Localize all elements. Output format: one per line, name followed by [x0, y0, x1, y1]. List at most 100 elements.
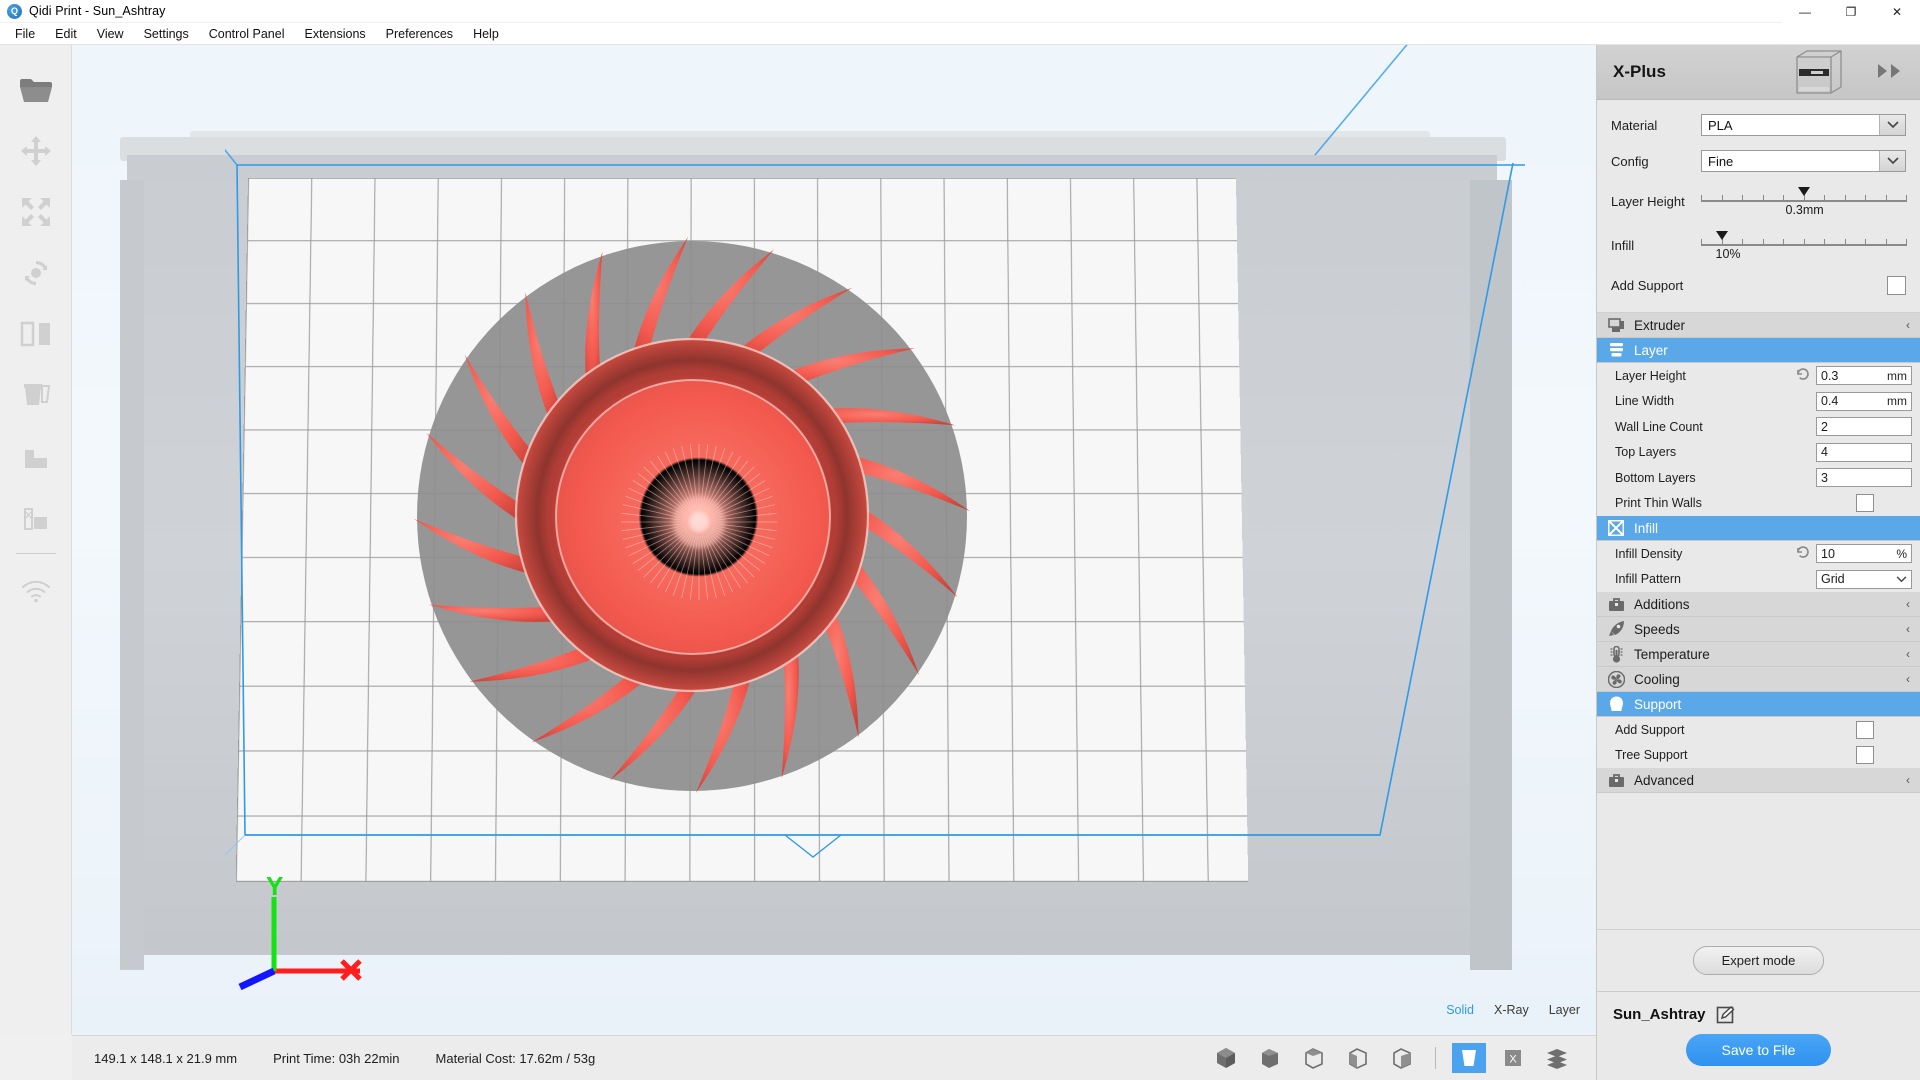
section-header-infill[interactable]: Infill ⱟ: [1597, 516, 1920, 541]
qidi-logo-icon: Q: [7, 4, 22, 19]
per-model-settings-icon[interactable]: [0, 364, 72, 425]
view-layers-icon[interactable]: [1540, 1043, 1574, 1073]
view-3d-icon[interactable]: [1209, 1043, 1243, 1073]
setting-input[interactable]: 2: [1816, 417, 1912, 436]
file-name-row: Sun_Ashtray: [1597, 1004, 1920, 1024]
setting-input[interactable]: 10%: [1816, 544, 1912, 563]
sun-ashtray-model[interactable]: [407, 230, 977, 800]
section-title: Additions: [1634, 597, 1690, 612]
section-header-support[interactable]: Support ⱟ: [1597, 692, 1920, 717]
reset-icon[interactable]: [1796, 367, 1812, 384]
infill-slider-thumb[interactable]: [1716, 231, 1728, 240]
mirror-icon[interactable]: [0, 303, 72, 364]
move-icon[interactable]: [0, 120, 72, 181]
view-top-icon[interactable]: [1297, 1043, 1331, 1073]
slider-tick: [1742, 239, 1743, 246]
menu-file[interactable]: File: [5, 25, 45, 43]
layer-height-value: 0.3mm: [1786, 203, 1824, 217]
edit-pencil-icon[interactable]: [1716, 1004, 1736, 1024]
setting-value: 2: [1821, 420, 1828, 434]
menu-preferences[interactable]: Preferences: [376, 25, 463, 43]
section-header-temperature[interactable]: Temperature ‹: [1597, 642, 1920, 667]
section-header-additions[interactable]: Additions ‹: [1597, 592, 1920, 617]
section-header-cooling[interactable]: Cooling ‹: [1597, 667, 1920, 692]
menu-control-panel[interactable]: Control Panel: [199, 25, 295, 43]
view-solid-icon[interactable]: [1452, 1043, 1486, 1073]
reset-icon[interactable]: [1796, 545, 1812, 562]
3d-viewport[interactable]: Y Solid X-Ray Layer: [72, 45, 1596, 1035]
save-to-file-button[interactable]: Save to File: [1686, 1034, 1832, 1066]
window-title: Qidi Print - Sun_Ashtray: [29, 4, 165, 18]
section-header-speeds[interactable]: Speeds ‹: [1597, 617, 1920, 642]
menu-edit[interactable]: Edit: [45, 25, 87, 43]
setting-row: Print Thin Walls: [1597, 491, 1920, 517]
menu-extensions[interactable]: Extensions: [295, 25, 376, 43]
setting-checkbox[interactable]: [1856, 746, 1874, 764]
view-toolbar-divider: [1435, 1047, 1436, 1069]
rotate-icon[interactable]: [0, 242, 72, 303]
slider-tick: [1804, 239, 1805, 246]
double-chevron-right-icon[interactable]: [1876, 62, 1906, 80]
section-title: Cooling: [1634, 672, 1680, 687]
setting-value: 3: [1821, 471, 1828, 485]
scale-icon[interactable]: [0, 181, 72, 242]
wifi-icon[interactable]: [0, 560, 72, 621]
section-header-layer[interactable]: Layer ⱟ: [1597, 338, 1920, 363]
slider-tick: [1824, 239, 1825, 246]
chevron-left-icon: ‹: [1906, 597, 1910, 611]
close-button[interactable]: ✕: [1874, 0, 1920, 23]
view-toolbar: X: [1209, 1043, 1596, 1073]
layer-height-label: Layer Height: [1611, 194, 1701, 209]
section-header-extruder[interactable]: Extruder ‹: [1597, 313, 1920, 338]
slider-tick: [1701, 239, 1702, 246]
slider-tick: [1763, 195, 1764, 202]
support-icon: [1607, 696, 1625, 712]
maximize-button[interactable]: ❐: [1828, 0, 1874, 23]
view-front-icon[interactable]: [1253, 1043, 1287, 1073]
support-eraser-icon[interactable]: [0, 486, 72, 547]
menu-view[interactable]: View: [87, 25, 134, 43]
setting-input[interactable]: 0.3 mm: [1816, 366, 1912, 385]
setting-input[interactable]: 3: [1816, 468, 1912, 487]
menu-settings[interactable]: Settings: [134, 25, 199, 43]
setting-select[interactable]: Grid: [1816, 570, 1912, 589]
setting-checkbox[interactable]: [1856, 494, 1874, 512]
slider-tick: [1845, 195, 1846, 202]
setting-row: Line Width 0.4 mm: [1597, 389, 1920, 415]
view-mode-labels: Solid X-Ray Layer: [1446, 1003, 1580, 1017]
temperature-icon: [1607, 646, 1625, 662]
setting-input[interactable]: 0.4 mm: [1816, 392, 1912, 411]
view-right-icon[interactable]: [1385, 1043, 1419, 1073]
expert-mode-button[interactable]: Expert mode: [1693, 946, 1825, 975]
menu-help[interactable]: Help: [463, 25, 509, 43]
setting-row: Infill Density 10%: [1597, 541, 1920, 567]
layer-height-slider-thumb[interactable]: [1798, 187, 1810, 196]
section-title: Layer: [1634, 343, 1668, 358]
setting-checkbox[interactable]: [1856, 721, 1874, 739]
setting-value: 0.3: [1821, 369, 1838, 383]
section-title: Support: [1634, 697, 1681, 712]
open-file-icon[interactable]: [0, 59, 72, 120]
slider-tick: [1804, 195, 1805, 202]
slider-tick: [1906, 239, 1907, 246]
minimize-button[interactable]: —: [1782, 0, 1828, 23]
additions-icon: [1607, 596, 1625, 612]
view-left-icon[interactable]: [1341, 1043, 1375, 1073]
view-mode-layer[interactable]: Layer: [1549, 1003, 1580, 1017]
chevron-down-icon: [1879, 115, 1905, 135]
layer-height-slider[interactable]: 0.3mm: [1701, 186, 1906, 216]
material-select[interactable]: PLA: [1701, 114, 1906, 136]
infill-slider[interactable]: 10%: [1701, 230, 1906, 260]
setting-input[interactable]: 4: [1816, 443, 1912, 462]
section-header-advanced[interactable]: Advanced ‹: [1597, 768, 1920, 793]
view-xray-icon[interactable]: X: [1496, 1043, 1530, 1073]
expert-mode-row: Expert mode: [1597, 929, 1920, 991]
setting-label: Add Support: [1615, 723, 1836, 737]
add-support-quick-checkbox[interactable]: [1887, 276, 1906, 295]
view-mode-solid[interactable]: Solid: [1446, 1003, 1474, 1017]
config-select[interactable]: Fine: [1701, 150, 1906, 172]
support-blocker-icon[interactable]: [0, 425, 72, 486]
add-support-quick-label: Add Support: [1611, 278, 1683, 293]
view-mode-xray[interactable]: X-Ray: [1494, 1003, 1529, 1017]
settings-sections: Extruder ‹ Layer ⱟ Layer Height 0.3 mm Line Wid…: [1597, 312, 1920, 929]
